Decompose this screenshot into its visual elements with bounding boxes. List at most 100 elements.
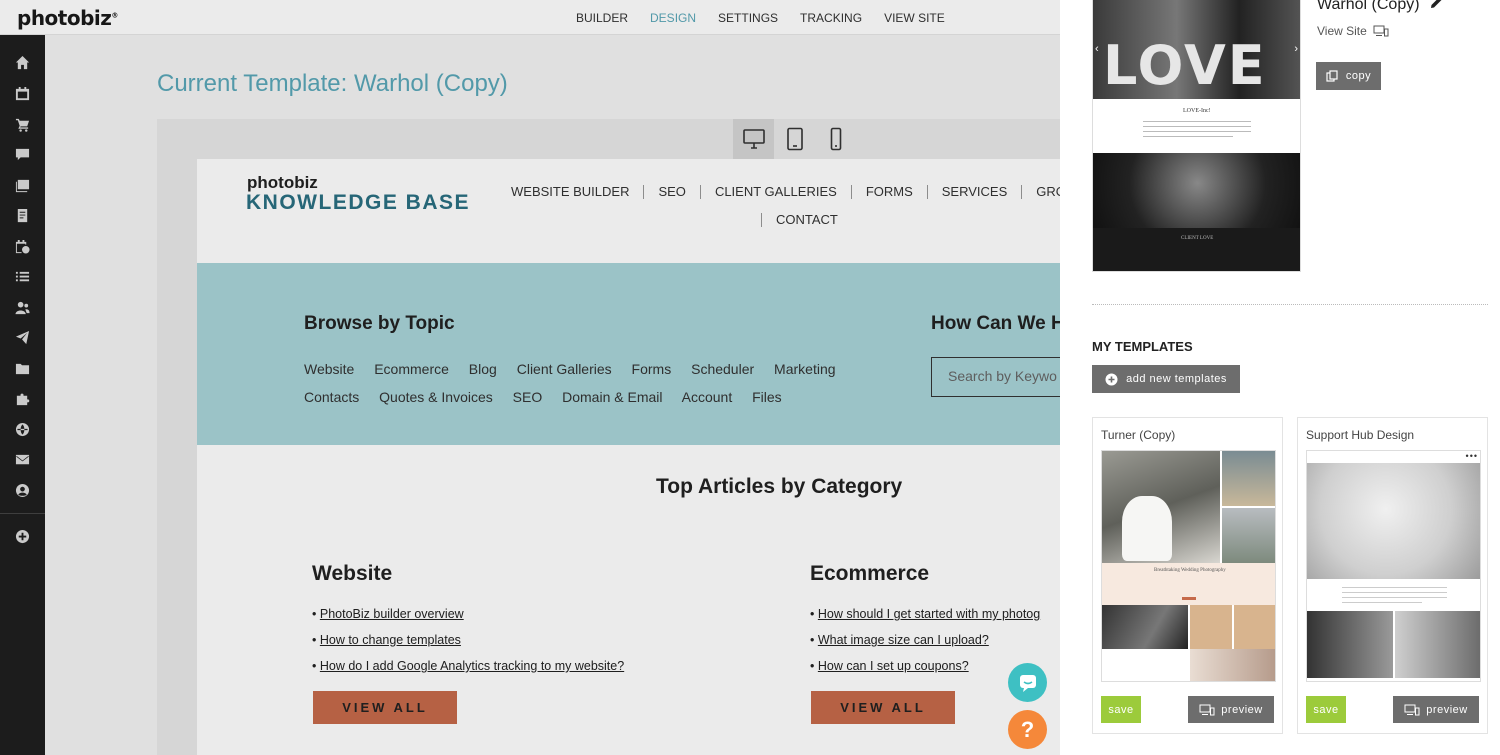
template-card-turner: Turner (Copy) Breathtaking Wedding Photo… bbox=[1092, 417, 1283, 734]
category-title-ecommerce: Ecommerce bbox=[810, 562, 930, 585]
list-icon[interactable] bbox=[14, 268, 31, 285]
topic-forms[interactable]: Forms bbox=[632, 361, 672, 377]
category-title-website: Website bbox=[312, 562, 393, 585]
folder-icon[interactable] bbox=[14, 360, 31, 377]
home-icon[interactable] bbox=[14, 54, 31, 71]
topic-files[interactable]: Files bbox=[752, 389, 782, 405]
article-link[interactable]: How can I set up coupons? bbox=[818, 659, 969, 673]
article-link[interactable]: PhotoBiz builder overview bbox=[320, 607, 464, 621]
thumb-heading-text: Breathtaking Wedding Photography bbox=[1154, 568, 1226, 573]
tablet-icon[interactable] bbox=[774, 119, 815, 159]
topic-account[interactable]: Account bbox=[682, 389, 733, 405]
copy-template-button[interactable]: copy bbox=[1316, 62, 1381, 90]
add-new-templates-button[interactable]: add new templates bbox=[1092, 365, 1240, 393]
site-nav-forms[interactable]: FORMS bbox=[852, 185, 928, 199]
mobile-icon[interactable] bbox=[815, 119, 856, 159]
globe-icon[interactable] bbox=[14, 421, 31, 438]
template-panel: LOVE ‹ › LOVE-Inc! CLIENT LOVE Warhol (C… bbox=[1060, 0, 1500, 755]
mail-icon[interactable] bbox=[14, 451, 31, 468]
browse-title: Browse by Topic bbox=[304, 313, 455, 334]
send-icon[interactable] bbox=[14, 329, 31, 346]
chat-widget-button[interactable] bbox=[1008, 663, 1047, 702]
gallery-icon[interactable] bbox=[14, 177, 31, 194]
article-link[interactable]: How should I get started with my photog bbox=[818, 607, 1040, 621]
nav-tracking[interactable]: TRACKING bbox=[800, 11, 862, 25]
chat-icon[interactable] bbox=[14, 146, 31, 163]
account-icon[interactable] bbox=[14, 482, 31, 499]
cart-icon[interactable] bbox=[14, 116, 31, 133]
pencil-icon[interactable] bbox=[1430, 0, 1443, 14]
article-link[interactable]: How do I add Google Analytics tracking t… bbox=[320, 659, 624, 673]
kb-logo-bottom[interactable]: KNOWLEDGE BASE bbox=[246, 191, 470, 215]
desktop-icon[interactable] bbox=[733, 119, 774, 159]
more-dots-icon: ••• bbox=[1465, 451, 1478, 461]
site-nav-website-builder[interactable]: WEBSITE BUILDER bbox=[497, 185, 645, 199]
template-card-name: Turner (Copy) bbox=[1101, 428, 1176, 442]
device-switcher bbox=[733, 119, 856, 159]
view-all-ecommerce-button[interactable]: VIEW ALL bbox=[811, 691, 955, 724]
article-list-website: • PhotoBiz builder overview • How to cha… bbox=[312, 601, 624, 679]
list-item: • What image size can I upload? bbox=[810, 633, 989, 647]
view-all-website-button[interactable]: VIEW ALL bbox=[313, 691, 457, 724]
add-templates-label: add new templates bbox=[1126, 373, 1227, 385]
site-preview: photobiz KNOWLEDGE BASE WEBSITE BUILDER … bbox=[197, 159, 1060, 755]
view-site-link[interactable]: View Site bbox=[1317, 24, 1389, 38]
chevron-left-icon[interactable]: ‹ bbox=[1095, 43, 1099, 55]
template-thumbnail-support-hub[interactable]: ••• bbox=[1306, 450, 1481, 682]
topic-scheduler[interactable]: Scheduler bbox=[691, 361, 754, 377]
photobiz-logo[interactable]: photobiz® bbox=[17, 6, 118, 30]
left-sidebar bbox=[0, 35, 45, 755]
topic-marketing[interactable]: Marketing bbox=[774, 361, 835, 377]
help-title: How Can We H bbox=[931, 313, 1060, 334]
topic-blog[interactable]: Blog bbox=[469, 361, 497, 377]
contacts-icon[interactable] bbox=[14, 299, 31, 316]
plus-circle-icon bbox=[1105, 373, 1118, 385]
save-template-button[interactable]: save bbox=[1306, 696, 1346, 723]
panel-divider bbox=[1092, 304, 1488, 305]
article-link[interactable]: What image size can I upload? bbox=[818, 633, 989, 647]
kb-search-input[interactable]: Search by Keywo bbox=[931, 357, 1060, 397]
thumb-footer-text: CLIENT LOVE bbox=[1181, 236, 1214, 241]
calendar-icon[interactable] bbox=[14, 85, 31, 102]
site-nav-services[interactable]: SERVICES bbox=[928, 185, 1023, 199]
topic-domain-email[interactable]: Domain & Email bbox=[562, 389, 662, 405]
template-card-support-hub: Support Hub Design ••• save preview bbox=[1297, 417, 1488, 734]
save-template-button[interactable]: save bbox=[1101, 696, 1141, 723]
site-nav-seo[interactable]: SEO bbox=[644, 185, 701, 199]
preview-template-button[interactable]: preview bbox=[1188, 696, 1274, 723]
nav-design[interactable]: DESIGN bbox=[650, 11, 696, 25]
topic-website[interactable]: Website bbox=[304, 361, 354, 377]
topic-quotes-invoices[interactable]: Quotes & Invoices bbox=[379, 389, 493, 405]
thumb-intro-text: LOVE-Inc! bbox=[1183, 108, 1211, 114]
site-nav-grow[interactable]: GROW bbox=[1022, 185, 1060, 199]
main-area: Current Template: Warhol (Copy) photobiz… bbox=[45, 35, 1060, 755]
topic-contacts[interactable]: Contacts bbox=[304, 389, 359, 405]
list-item: • How can I set up coupons? bbox=[810, 659, 969, 673]
scheduler-icon[interactable] bbox=[14, 238, 31, 255]
nav-settings[interactable]: SETTINGS bbox=[718, 11, 778, 25]
nav-builder[interactable]: BUILDER bbox=[576, 11, 628, 25]
preview-template-button[interactable]: preview bbox=[1393, 696, 1479, 723]
browse-section: Browse by Topic Website Ecommerce Blog C… bbox=[197, 263, 1060, 445]
preview-label: preview bbox=[1426, 703, 1468, 716]
site-nav-client-galleries[interactable]: CLIENT GALLERIES bbox=[701, 185, 852, 199]
nav-view-site[interactable]: VIEW SITE bbox=[884, 11, 945, 25]
kb-logo-top[interactable]: photobiz bbox=[247, 173, 318, 193]
topic-client-galleries[interactable]: Client Galleries bbox=[517, 361, 612, 377]
document-icon[interactable] bbox=[14, 207, 31, 224]
template-thumbnail-turner[interactable]: Breathtaking Wedding Photography bbox=[1101, 450, 1276, 682]
chat-bubble-icon bbox=[1019, 674, 1036, 692]
add-icon[interactable] bbox=[14, 528, 31, 545]
site-nav-contact[interactable]: CONTACT bbox=[761, 213, 852, 227]
topic-seo[interactable]: SEO bbox=[513, 389, 543, 405]
chevron-right-icon[interactable]: › bbox=[1294, 43, 1298, 55]
puzzle-icon[interactable] bbox=[14, 390, 31, 407]
thumb-concert-image bbox=[1093, 153, 1300, 228]
preview-label: preview bbox=[1221, 703, 1263, 716]
current-template-title: Current Template: Warhol (Copy) bbox=[157, 70, 508, 97]
help-button[interactable]: ? bbox=[1008, 710, 1047, 749]
sidebar-divider bbox=[0, 513, 45, 514]
topic-ecommerce[interactable]: Ecommerce bbox=[374, 361, 449, 377]
current-template-thumbnail[interactable]: LOVE ‹ › LOVE-Inc! CLIENT LOVE bbox=[1092, 0, 1301, 272]
article-link[interactable]: How to change templates bbox=[320, 633, 461, 647]
